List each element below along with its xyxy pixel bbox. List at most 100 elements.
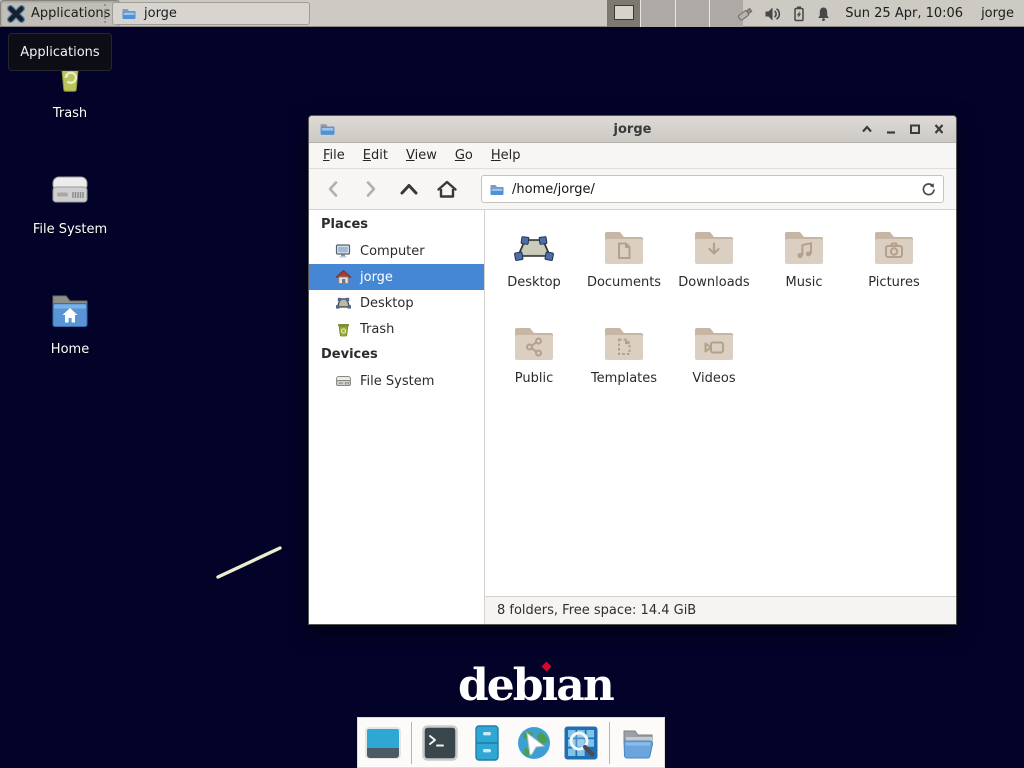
- trash-icon: [335, 321, 352, 337]
- folder-item-downloads[interactable]: Downloads: [669, 223, 759, 319]
- volume-icon[interactable]: [764, 6, 782, 22]
- debian-logo-text: an: [556, 660, 613, 711]
- reload-icon[interactable]: [921, 182, 936, 197]
- top-panel: Applications jorge: [0, 0, 1024, 27]
- shade-button[interactable]: [859, 122, 874, 137]
- terminal-launcher[interactable]: [421, 723, 459, 763]
- home-button[interactable]: [435, 177, 459, 201]
- system-tray: Sun 25 Apr, 10:06 jorge: [735, 0, 1024, 27]
- sidebar-item-desktop[interactable]: Desktop: [309, 290, 484, 316]
- folder-item-templates[interactable]: Templates: [579, 319, 669, 415]
- menu-view[interactable]: View: [397, 144, 446, 167]
- downloads-folder-icon: [690, 223, 738, 271]
- debian-wallpaper-logo: debıan: [458, 660, 613, 711]
- sidebar-item-label: Trash: [360, 322, 394, 337]
- folder-icon: [121, 6, 137, 21]
- templates-folder-icon: [600, 319, 648, 367]
- xfce-applications-icon: [7, 5, 25, 23]
- taskbar-window-button[interactable]: jorge: [112, 2, 310, 25]
- sidebar-item-label: Desktop: [360, 296, 414, 311]
- workspace-window-preview: [614, 5, 634, 20]
- toolbar: /home/jorge/: [309, 169, 956, 210]
- workspace-switcher[interactable]: [607, 0, 743, 27]
- applications-tooltip: Applications: [8, 33, 112, 71]
- menu-edit[interactable]: Edit: [354, 144, 397, 167]
- battery-icon[interactable]: [791, 5, 807, 22]
- sidebar-devices-header: Devices: [309, 342, 484, 368]
- folder-label: Music: [786, 275, 823, 290]
- desktop-icon-home[interactable]: Home: [25, 288, 115, 357]
- dock-separator: [609, 722, 610, 764]
- status-text: 8 folders, Free space: 14.4 GiB: [497, 603, 696, 618]
- clock[interactable]: Sun 25 Apr, 10:06: [845, 6, 963, 21]
- wallpaper-stray-line: [213, 542, 285, 582]
- notifications-bell-icon[interactable]: [816, 6, 831, 22]
- up-button[interactable]: [397, 177, 421, 201]
- panel-handle[interactable]: [104, 4, 108, 23]
- directory-menu-button[interactable]: [619, 723, 657, 763]
- folder-label: Documents: [587, 275, 661, 290]
- menu-bar: File Edit View Go Help: [309, 143, 956, 169]
- folder-item-music[interactable]: Music: [759, 223, 849, 319]
- folder-item-documents[interactable]: Documents: [579, 223, 669, 319]
- close-button[interactable]: [931, 122, 946, 137]
- path-folder-icon: [489, 182, 505, 197]
- folder-item-pictures[interactable]: Pictures: [849, 223, 939, 319]
- status-bar: 8 folders, Free space: 14.4 GiB: [485, 596, 956, 624]
- tooltip-text: Applications: [20, 45, 99, 60]
- path-input[interactable]: /home/jorge/: [512, 182, 914, 197]
- menu-file[interactable]: File: [314, 144, 354, 167]
- folder-label: Desktop: [507, 275, 561, 290]
- sidebar-item-file-system[interactable]: File System: [309, 368, 484, 394]
- workspace-3[interactable]: [676, 0, 710, 27]
- sidebar-item-label: File System: [360, 374, 434, 389]
- debian-logo-text: deb: [458, 660, 542, 711]
- sidebar-item-label: Computer: [360, 244, 425, 259]
- desktop-icon-file-system[interactable]: File System: [25, 168, 115, 237]
- app-finder-launcher[interactable]: [562, 723, 600, 763]
- web-browser-launcher[interactable]: [515, 723, 553, 763]
- documents-folder-icon: [600, 223, 648, 271]
- window-titlebar[interactable]: jorge: [309, 116, 956, 143]
- menu-help[interactable]: Help: [482, 144, 530, 167]
- back-button[interactable]: [321, 177, 345, 201]
- public-folder-icon: [510, 319, 558, 367]
- username-label: jorge: [981, 6, 1014, 21]
- desktop-icon: [335, 295, 352, 311]
- taskbar-window-label: jorge: [144, 6, 177, 21]
- sidebar-item-label: jorge: [360, 270, 393, 285]
- desktop-icon-label: File System: [33, 222, 107, 237]
- forward-button[interactable]: [359, 177, 383, 201]
- folder-item-public[interactable]: Public: [489, 319, 579, 415]
- sidebar-places-header: Places: [309, 212, 484, 238]
- removable-media-icon[interactable]: [735, 5, 755, 23]
- folder-view: Desktop: [485, 210, 956, 596]
- folder-label: Downloads: [678, 275, 749, 290]
- folder-label: Templates: [591, 371, 657, 386]
- sidebar-item-trash[interactable]: Trash: [309, 316, 484, 342]
- menu-go[interactable]: Go: [446, 144, 482, 167]
- applications-menu-button[interactable]: Applications: [0, 0, 120, 27]
- desktop: Applications jorge: [0, 0, 1024, 768]
- videos-folder-icon: [690, 319, 738, 367]
- folder-label: Pictures: [868, 275, 919, 290]
- desktop-special-icon: [510, 223, 558, 271]
- desktop-icon-label: Trash: [53, 106, 87, 121]
- pictures-folder-icon: [870, 223, 918, 271]
- maximize-button[interactable]: [907, 122, 922, 137]
- file-manager-window: jorge File Edit View Go Help: [308, 115, 957, 625]
- home-folder-icon: [46, 288, 94, 336]
- minimize-button[interactable]: [883, 122, 898, 137]
- sidebar: Places Computer: [309, 210, 485, 624]
- hard-drive-icon: [46, 168, 94, 216]
- sidebar-item-jorge[interactable]: jorge: [309, 264, 484, 290]
- sidebar-item-computer[interactable]: Computer: [309, 238, 484, 264]
- workspace-2[interactable]: [641, 0, 675, 27]
- folder-label: Public: [515, 371, 553, 386]
- folder-item-desktop[interactable]: Desktop: [489, 223, 579, 319]
- show-desktop-button[interactable]: [364, 723, 402, 763]
- workspace-1[interactable]: [607, 0, 641, 27]
- folder-item-videos[interactable]: Videos: [669, 319, 759, 415]
- file-manager-launcher[interactable]: [468, 723, 506, 763]
- path-bar[interactable]: /home/jorge/: [481, 175, 944, 203]
